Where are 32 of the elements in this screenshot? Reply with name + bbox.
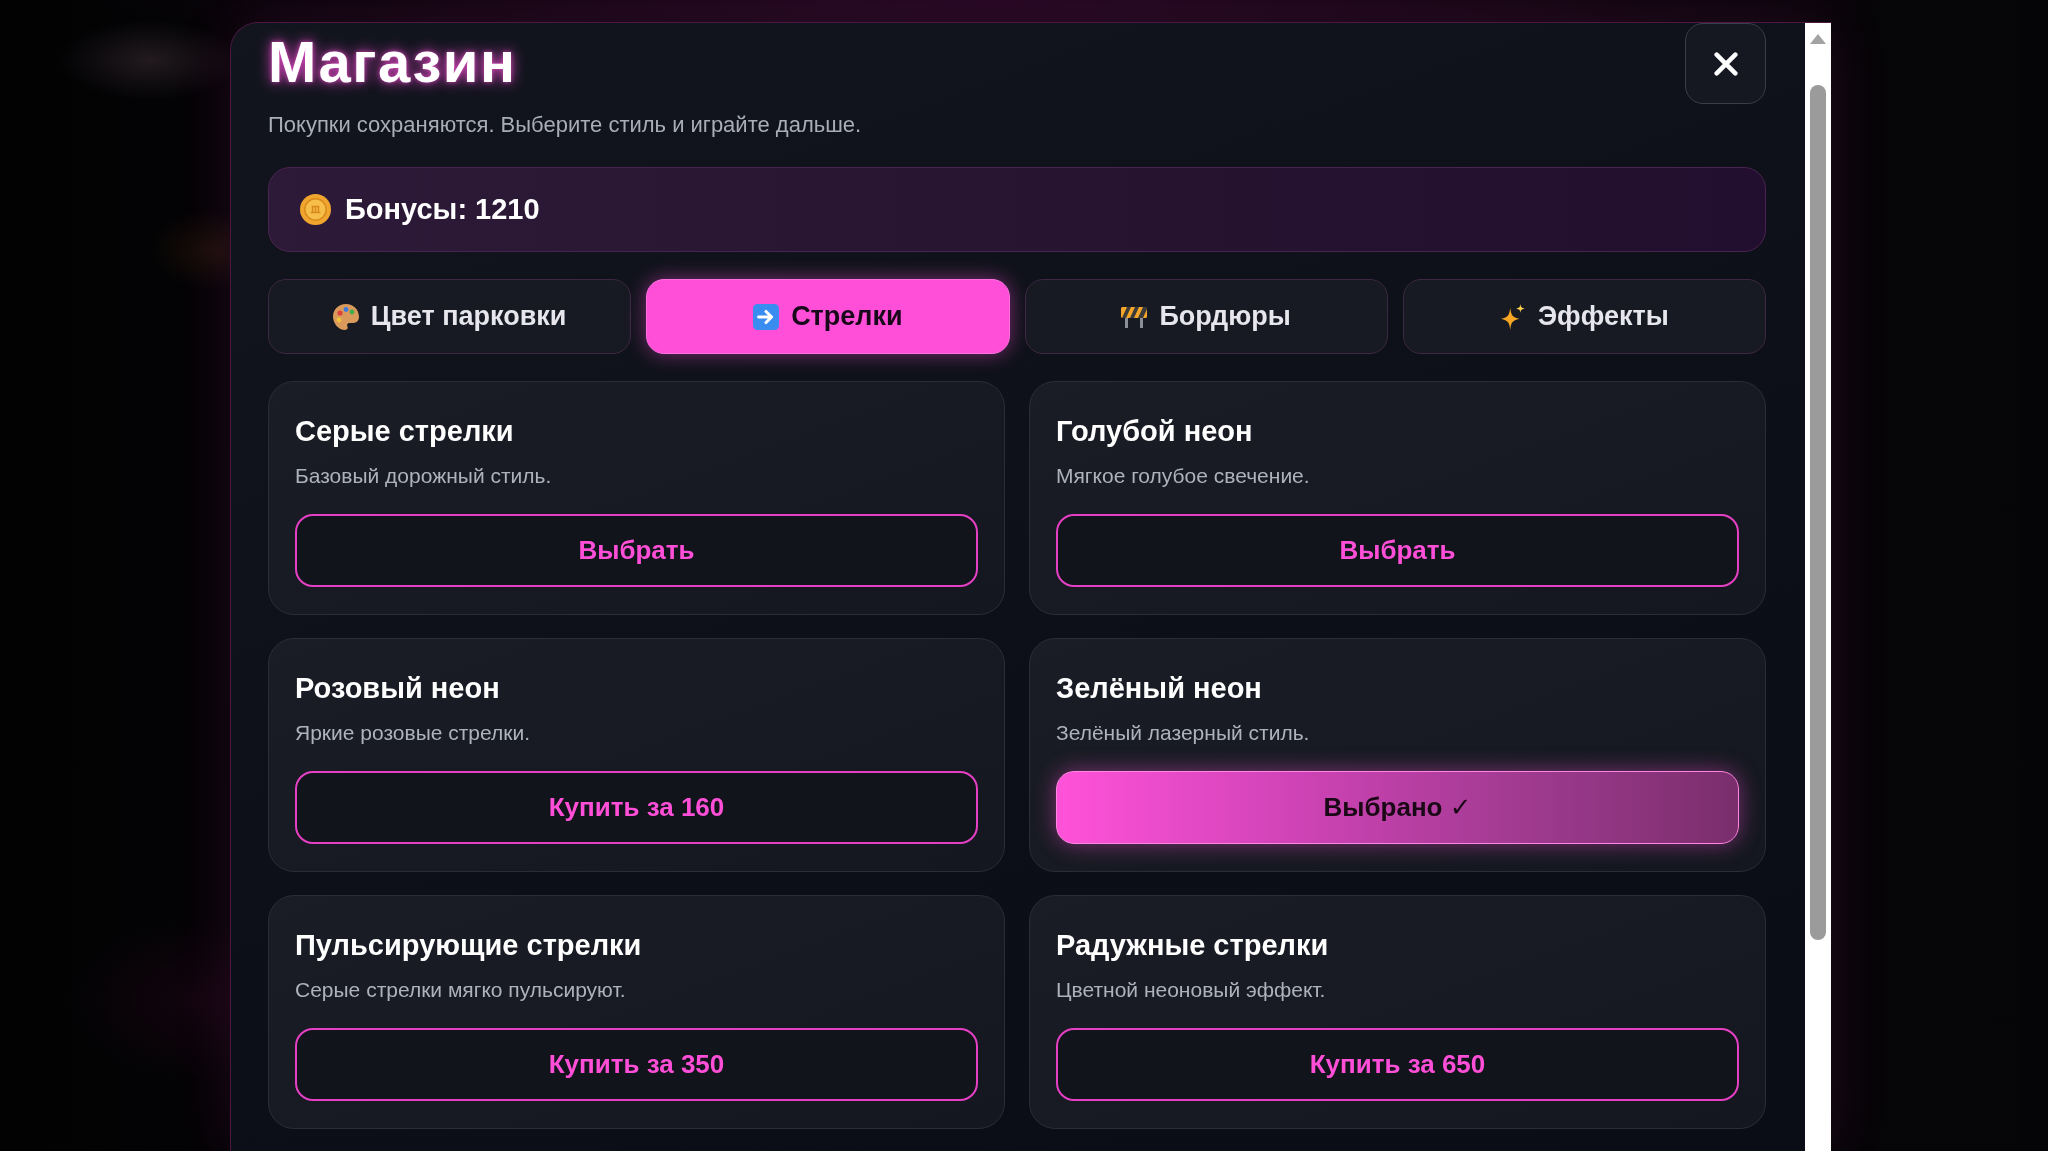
coin-icon [300,194,331,225]
category-tab[interactable]: Эффекты [1402,279,1766,354]
action-button[interactable]: Купить за 350 [295,1028,978,1101]
dialog-subtitle: Покупки сохраняются. Выберите стиль и играйте дальше. [268,111,862,139]
sparkles-icon [1499,303,1526,330]
scrollbar-thumb[interactable] [1810,85,1826,940]
style-title: Голубой неон [1056,414,1254,449]
style-description: Цветной неоновый эффект. [1056,977,1327,1003]
action-button[interactable]: Выбрано ✓ [1056,771,1739,844]
dialog-title: Магазин [268,31,518,93]
bonus-balance: Бонусы: 1210 [345,193,540,226]
style-title: Пульсирующие стрелки [295,928,643,963]
style-title: Серые стрелки [295,414,515,449]
close-icon [1713,51,1738,76]
scroll-up-arrow-icon[interactable] [1810,34,1826,44]
palette-icon [332,303,359,330]
style-description: Базовый дорожный стиль. [295,463,553,489]
style-description: Мягкое голубое свечение. [1056,463,1311,489]
category-tab[interactable]: Цвет парковки [268,279,632,354]
style-description: Серые стрелки мягко пульсируют. [295,977,627,1003]
category-tab[interactable]: Стрелки [646,279,1010,354]
action-button[interactable]: Купить за 650 [1056,1028,1739,1101]
action-button[interactable]: Выбрать [295,514,978,587]
style-title: Розовый неон [295,671,501,706]
style-title: Зелёный неон [1056,671,1263,706]
action-button[interactable]: Выбрать [1056,514,1739,587]
style-title: Радужные стрелки [1056,928,1330,963]
style-description: Яркие розовые стрелки. [295,720,532,746]
category-tab[interactable]: Бордюры [1024,279,1388,354]
style-description: Зелёный лазерный стиль. [1056,720,1311,746]
action-button[interactable]: Купить за 160 [295,771,978,844]
close-button[interactable] [1685,23,1766,104]
